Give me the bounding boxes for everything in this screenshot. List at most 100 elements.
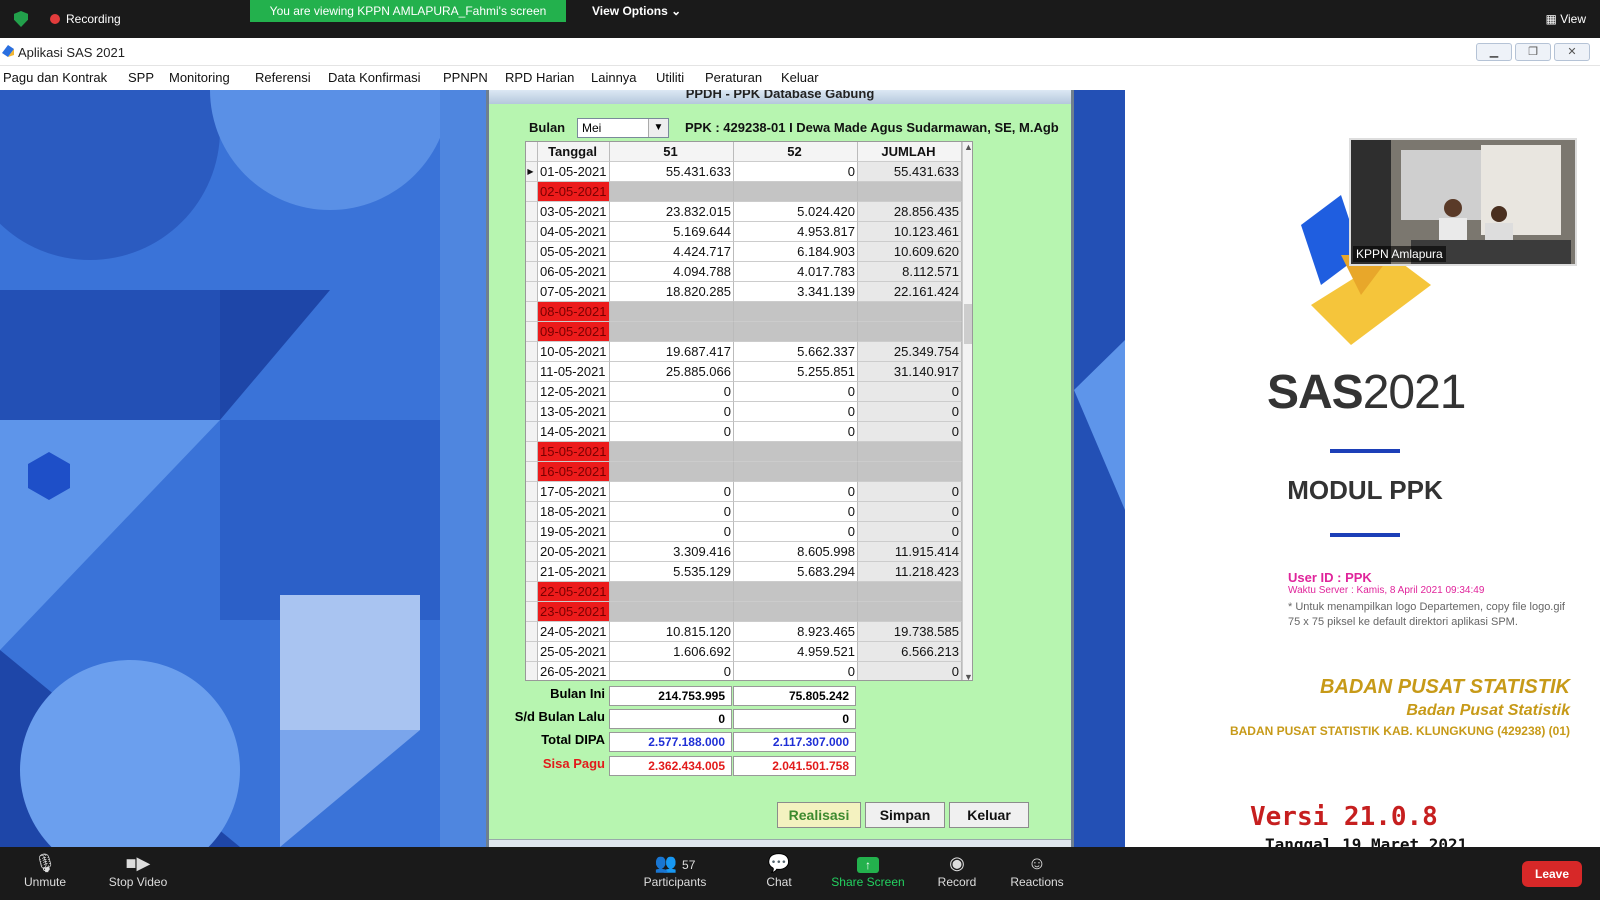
stop-video-button[interactable]: ■▶ Stop Video: [93, 853, 183, 889]
unmute-button[interactable]: 🎙 Unmute: [0, 853, 90, 889]
cell-jumlah[interactable]: [858, 602, 962, 622]
cell-51[interactable]: [610, 322, 734, 342]
row-indicator[interactable]: [526, 502, 538, 522]
row-indicator[interactable]: [526, 322, 538, 342]
cell-51[interactable]: 10.815.120: [610, 622, 734, 642]
table-row[interactable]: 09-05-2021: [526, 322, 972, 342]
view-options-button[interactable]: View Options ⌄: [592, 0, 681, 22]
cell-51[interactable]: 3.309.416: [610, 542, 734, 562]
cell-jumlah[interactable]: 10.123.461: [858, 222, 962, 242]
row-indicator[interactable]: [526, 362, 538, 382]
cell-jumlah[interactable]: 0: [858, 422, 962, 442]
row-indicator[interactable]: [526, 382, 538, 402]
participant-video-tile[interactable]: KPPN Amlapura: [1349, 138, 1577, 266]
cell-jumlah[interactable]: 19.738.585: [858, 622, 962, 642]
cell-52[interactable]: 6.184.903: [734, 242, 858, 262]
cell-jumlah[interactable]: 0: [858, 502, 962, 522]
keluar-button[interactable]: Keluar: [949, 802, 1029, 828]
close-button[interactable]: ✕: [1554, 43, 1590, 61]
cell-tanggal[interactable]: 20-05-2021: [538, 542, 610, 562]
table-row[interactable]: 16-05-2021: [526, 462, 972, 482]
cell-51[interactable]: 25.885.066: [610, 362, 734, 382]
table-row[interactable]: 21-05-2021 5.535.129 5.683.294 11.218.423: [526, 562, 972, 582]
menu-monitoring[interactable]: Monitoring: [169, 70, 230, 85]
cell-52[interactable]: [734, 442, 858, 462]
cell-jumlah[interactable]: 25.349.754: [858, 342, 962, 362]
row-indicator[interactable]: [526, 202, 538, 222]
table-row[interactable]: 19-05-2021 0 0 0: [526, 522, 972, 542]
row-indicator[interactable]: [526, 602, 538, 622]
cell-51[interactable]: [610, 582, 734, 602]
table-row[interactable]: 14-05-2021 0 0 0: [526, 422, 972, 442]
cell-52[interactable]: 0: [734, 422, 858, 442]
cell-tanggal[interactable]: 13-05-2021: [538, 402, 610, 422]
cell-jumlah[interactable]: 11.915.414: [858, 542, 962, 562]
table-row[interactable]: 03-05-2021 23.832.015 5.024.420 28.856.435: [526, 202, 972, 222]
table-row[interactable]: 25-05-2021 1.606.692 4.959.521 6.566.213: [526, 642, 972, 662]
cell-52[interactable]: 5.024.420: [734, 202, 858, 222]
cell-tanggal[interactable]: 15-05-2021: [538, 442, 610, 462]
table-row[interactable]: 24-05-2021 10.815.120 8.923.465 19.738.585: [526, 622, 972, 642]
row-indicator[interactable]: [526, 642, 538, 662]
cell-tanggal[interactable]: 12-05-2021: [538, 382, 610, 402]
cell-tanggal[interactable]: 23-05-2021: [538, 602, 610, 622]
cell-jumlah[interactable]: 0: [858, 382, 962, 402]
cell-51[interactable]: [610, 462, 734, 482]
col-jumlah[interactable]: JUMLAH: [858, 142, 962, 162]
cell-tanggal[interactable]: 04-05-2021: [538, 222, 610, 242]
cell-51[interactable]: 0: [610, 422, 734, 442]
row-indicator[interactable]: [526, 282, 538, 302]
scroll-thumb[interactable]: [964, 304, 972, 344]
col-51[interactable]: 51: [610, 142, 734, 162]
simpan-button[interactable]: Simpan: [865, 802, 945, 828]
scroll-up-icon[interactable]: ▲: [963, 142, 972, 152]
cell-tanggal[interactable]: 22-05-2021: [538, 582, 610, 602]
cell-52[interactable]: 5.255.851: [734, 362, 858, 382]
row-indicator[interactable]: [526, 302, 538, 322]
cell-52[interactable]: [734, 582, 858, 602]
cell-52[interactable]: 0: [734, 522, 858, 542]
menu-rpd-harian[interactable]: RPD Harian: [505, 70, 574, 85]
cell-52[interactable]: 8.605.998: [734, 542, 858, 562]
cell-51[interactable]: 19.687.417: [610, 342, 734, 362]
table-row[interactable]: 23-05-2021: [526, 602, 972, 622]
table-row[interactable]: 15-05-2021: [526, 442, 972, 462]
row-indicator[interactable]: [526, 182, 538, 202]
cell-tanggal[interactable]: 24-05-2021: [538, 622, 610, 642]
cell-tanggal[interactable]: 21-05-2021: [538, 562, 610, 582]
row-indicator[interactable]: [526, 662, 538, 680]
cell-jumlah[interactable]: [858, 182, 962, 202]
realisasi-button[interactable]: Realisasi: [777, 802, 861, 828]
cell-52[interactable]: 0: [734, 482, 858, 502]
cell-52[interactable]: 0: [734, 502, 858, 522]
cell-52[interactable]: 0: [734, 382, 858, 402]
cell-jumlah[interactable]: [858, 302, 962, 322]
cell-tanggal[interactable]: 10-05-2021: [538, 342, 610, 362]
reactions-button[interactable]: ☺ Reactions: [992, 853, 1082, 889]
cell-52[interactable]: [734, 322, 858, 342]
cell-51[interactable]: 0: [610, 662, 734, 680]
row-indicator[interactable]: [526, 622, 538, 642]
row-indicator[interactable]: [526, 482, 538, 502]
scroll-down-icon[interactable]: ▼: [963, 672, 972, 680]
cell-51[interactable]: [610, 442, 734, 462]
cell-tanggal[interactable]: 09-05-2021: [538, 322, 610, 342]
cell-jumlah[interactable]: 0: [858, 482, 962, 502]
cell-tanggal[interactable]: 14-05-2021: [538, 422, 610, 442]
table-row[interactable]: 26-05-2021 0 0 0: [526, 662, 972, 680]
cell-52[interactable]: 5.683.294: [734, 562, 858, 582]
col-tanggal[interactable]: Tanggal: [538, 142, 610, 162]
cell-tanggal[interactable]: 08-05-2021: [538, 302, 610, 322]
maximize-button[interactable]: ❐: [1515, 43, 1551, 61]
cell-tanggal[interactable]: 17-05-2021: [538, 482, 610, 502]
cell-52[interactable]: 5.662.337: [734, 342, 858, 362]
cell-51[interactable]: 0: [610, 522, 734, 542]
row-indicator[interactable]: [526, 342, 538, 362]
chevron-down-icon[interactable]: ▼: [648, 119, 668, 137]
row-indicator[interactable]: [526, 522, 538, 542]
table-row[interactable]: 02-05-2021: [526, 182, 972, 202]
cell-jumlah[interactable]: 31.140.917: [858, 362, 962, 382]
view-button[interactable]: ▦ View: [1546, 12, 1586, 26]
table-row[interactable]: 05-05-2021 4.424.717 6.184.903 10.609.620: [526, 242, 972, 262]
chat-button[interactable]: 💬 Chat: [734, 853, 824, 889]
